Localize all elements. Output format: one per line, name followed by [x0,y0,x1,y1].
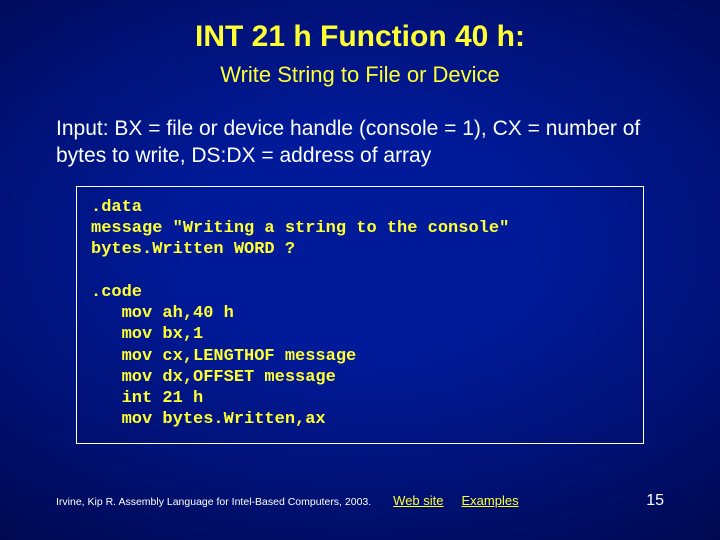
footer: Irvine, Kip R. Assembly Language for Int… [56,492,664,510]
slide-subtitle: Write String to File or Device [0,62,720,88]
input-description: Input: BX = file or device handle (conso… [56,116,664,170]
slide-title: INT 21 h Function 40 h: [0,0,720,58]
citation-text: Irvine, Kip R. Assembly Language for Int… [56,496,371,508]
web-site-link[interactable]: Web site [393,493,443,508]
title-underline [205,56,515,58]
examples-link[interactable]: Examples [462,493,519,508]
code-block: .data message "Writing a string to the c… [76,186,644,444]
slide: INT 21 h Function 40 h: Write String to … [0,0,720,540]
title-text: INT 21 h Function 40 h: [195,20,525,53]
page-number: 15 [646,492,664,510]
